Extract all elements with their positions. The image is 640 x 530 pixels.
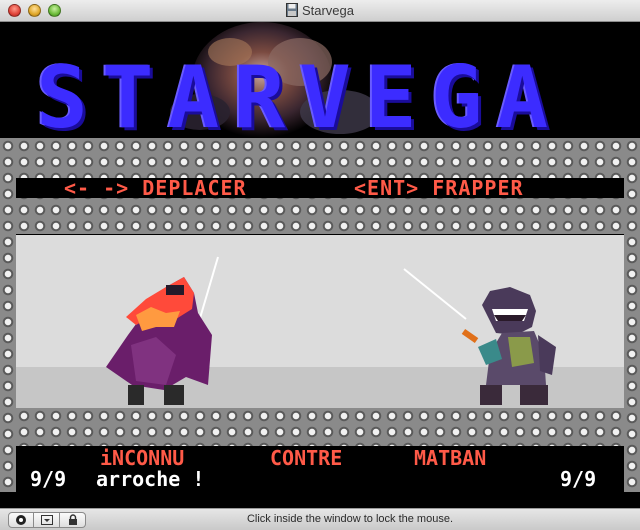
enemy-sprite <box>403 268 556 405</box>
enemy-name: MATBAN <box>414 446 487 470</box>
controls-hit-hint: <ENT> FRAPPER <box>354 176 524 200</box>
window-titlebar[interactable]: Starvega <box>0 0 640 22</box>
player-hp: 9/9 <box>30 467 67 491</box>
player-sprite <box>106 256 219 405</box>
floppy-disk-icon <box>285 3 298 17</box>
controls-help-bar: <- -> DEPLACER <ENT> FRAPPER <box>16 178 624 198</box>
title-banner: STARVEGA <box>0 22 640 138</box>
game-logo: STARVEGA <box>36 48 563 138</box>
battle-arena <box>16 235 624 408</box>
controls-move-hint: <- -> DEPLACER <box>64 176 247 200</box>
enemy-hp: 9/9 <box>560 467 597 491</box>
window-title-area: Starvega <box>0 3 640 18</box>
battle-message: arroche ! <box>96 467 205 491</box>
riveted-frame-right <box>624 138 640 492</box>
riveted-frame-bottom <box>0 408 640 446</box>
battle-status-panel: iNCONNU CONTRE MATBAN 9/9 arroche ! 9/9 <box>16 446 624 492</box>
game-screen[interactable]: STARVEGA <- -> DEPLACER <ENT> FRAPPER iN… <box>0 22 640 508</box>
emulator-status-bar: Click inside the window to lock the mous… <box>0 508 640 530</box>
arena-sprites <box>106 256 556 405</box>
versus-label: CONTRE <box>270 446 343 470</box>
riveted-frame-left <box>0 138 16 492</box>
player-name: iNCONNU <box>100 446 185 470</box>
window-title: Starvega <box>301 3 355 18</box>
mouse-lock-hint: Click inside the window to lock the mous… <box>246 513 454 525</box>
